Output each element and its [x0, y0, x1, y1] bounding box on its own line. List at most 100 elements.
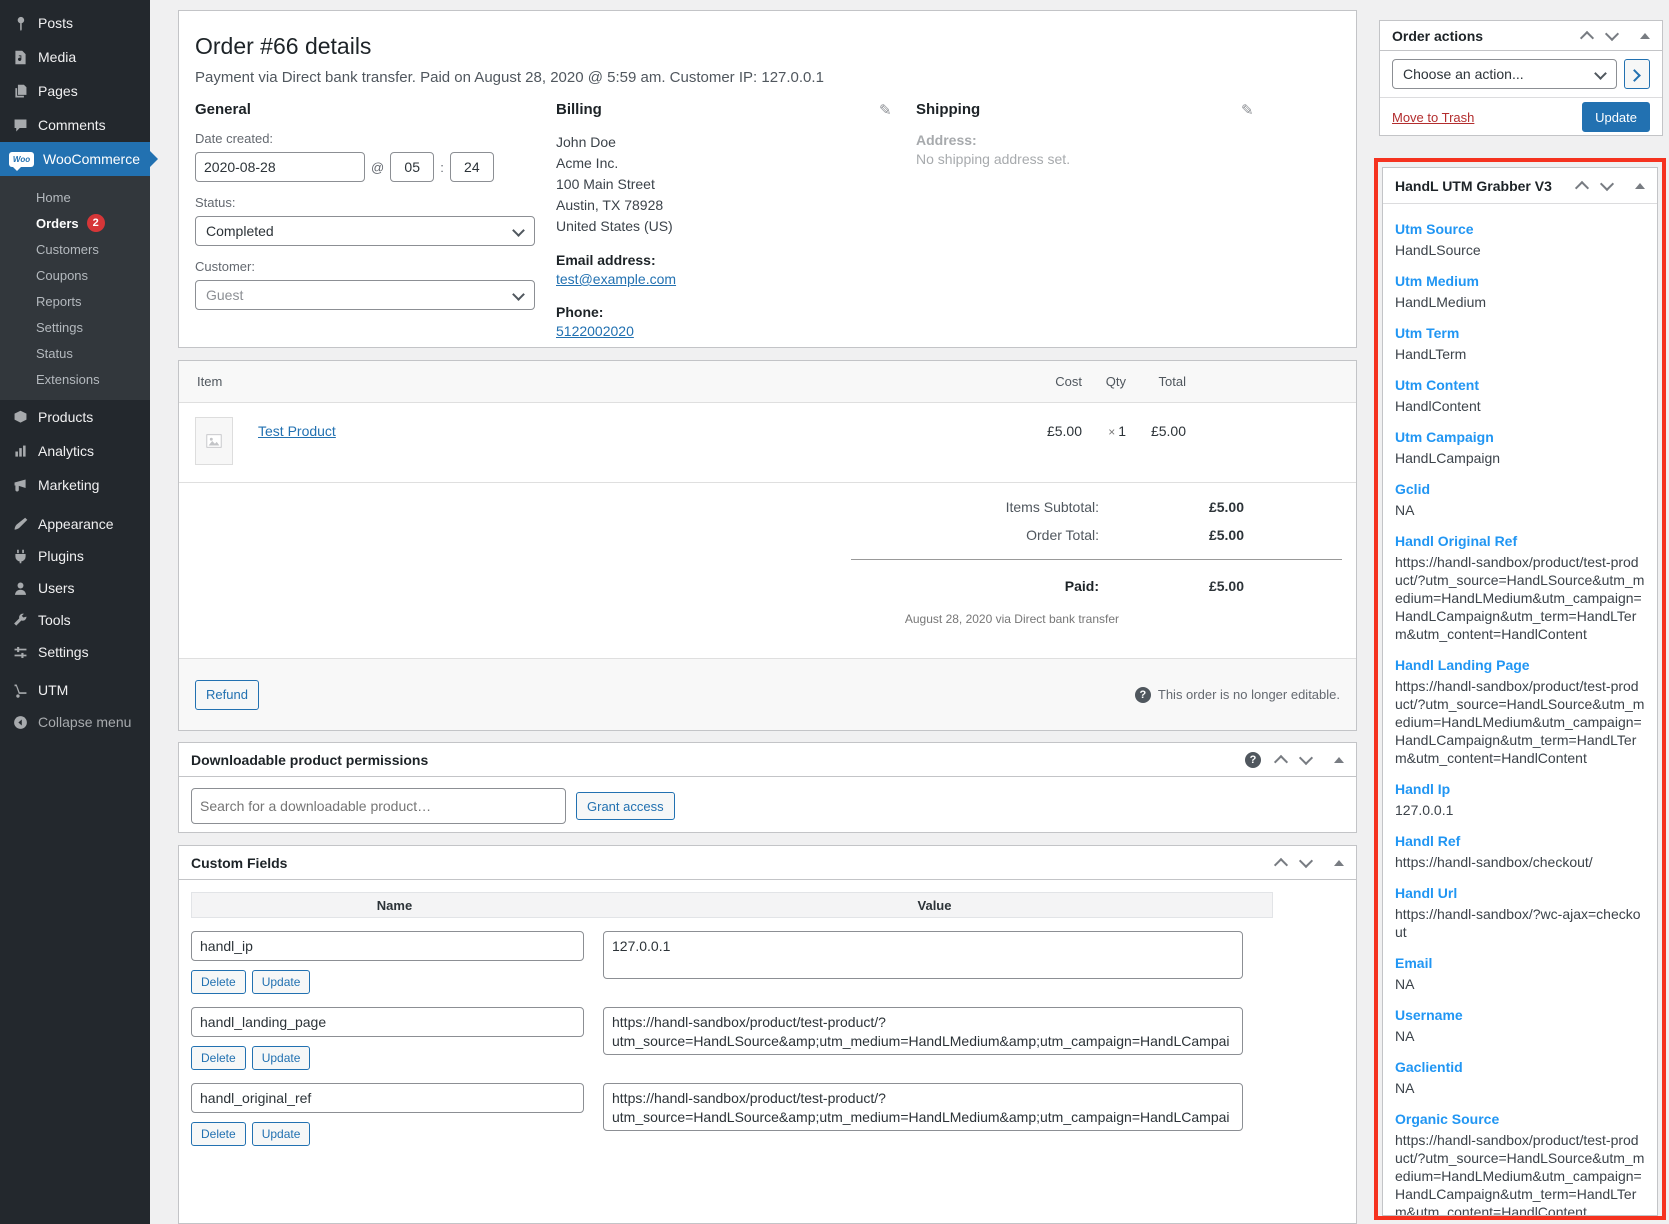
- order-actions-body: Choose an action...: [1380, 51, 1662, 97]
- submenu-item-coupons[interactable]: Coupons: [0, 262, 150, 288]
- utm-field-utm-campaign: Utm Campaign HandLCampaign: [1395, 428, 1645, 467]
- custom-field-name-cell: Delete Update: [191, 931, 603, 994]
- utm-field-handl-ip: Handl Ip 127.0.0.1: [1395, 780, 1645, 819]
- minute-input[interactable]: [450, 152, 494, 182]
- utm-field-label: Email: [1395, 954, 1645, 972]
- handl-utm-grabber-panel: HandL UTM Grabber V3 Utm Source HandLSou…: [1382, 167, 1658, 1216]
- sidebar-item-settings[interactable]: Settings: [0, 636, 150, 668]
- date-created-row: @ :: [195, 152, 537, 182]
- refund-button[interactable]: Refund: [195, 680, 259, 710]
- edit-shipping-pencil-icon[interactable]: ✎: [1241, 101, 1254, 119]
- submenu-item-orders[interactable]: Orders 2: [0, 210, 150, 236]
- column-header-qty: Qty: [1082, 374, 1126, 389]
- custom-field-name-input[interactable]: [191, 1083, 584, 1113]
- submenu-item-status[interactable]: Status: [0, 340, 150, 366]
- submenu-item-reports[interactable]: Reports: [0, 288, 150, 314]
- customer-select[interactable]: Guest: [195, 280, 535, 310]
- downloadable-product-search-input[interactable]: [191, 788, 566, 824]
- paid-row: Paid: £5.00: [851, 572, 1342, 600]
- order-total-label: Order Total:: [1026, 527, 1099, 543]
- billing-address-line: Austin, TX 78928: [556, 195, 886, 216]
- plug-icon: [12, 548, 29, 565]
- apply-action-button[interactable]: [1624, 59, 1650, 89]
- submenu-item-extensions[interactable]: Extensions: [0, 366, 150, 392]
- update-button[interactable]: Update: [252, 970, 311, 994]
- order-action-select[interactable]: Choose an action...: [1392, 59, 1617, 89]
- items-subtotal-label: Items Subtotal:: [1006, 499, 1099, 515]
- submenu-item-customers[interactable]: Customers: [0, 236, 150, 262]
- submenu-item-label: Status: [36, 346, 73, 361]
- move-up-icon[interactable]: [1274, 755, 1288, 769]
- move-up-icon[interactable]: [1575, 181, 1589, 195]
- move-down-icon[interactable]: [1605, 27, 1619, 41]
- utm-field-label: Gclid: [1395, 480, 1645, 498]
- sidebar-item-plugins[interactable]: Plugins: [0, 540, 150, 572]
- custom-field-name-input[interactable]: [191, 931, 584, 961]
- sidebar-item-woocommerce[interactable]: Woo WooCommerce: [0, 142, 150, 176]
- move-down-icon[interactable]: [1600, 177, 1614, 191]
- collapse-toggle-icon[interactable]: [1635, 183, 1645, 189]
- billing-email-link[interactable]: test@example.com: [556, 271, 676, 287]
- sidebar-item-label: Media: [38, 49, 76, 65]
- edit-billing-pencil-icon[interactable]: ✎: [879, 101, 892, 119]
- product-link[interactable]: Test Product: [258, 423, 336, 439]
- column-header-item: Item: [197, 374, 222, 389]
- custom-field-value-textarea[interactable]: [603, 1083, 1243, 1131]
- order-status-select[interactable]: Completed: [195, 216, 535, 246]
- sidebar-item-tools[interactable]: Tools: [0, 604, 150, 636]
- update-button[interactable]: Update: [252, 1046, 311, 1070]
- product-thumbnail[interactable]: [195, 417, 233, 465]
- action-selected-value: Choose an action...: [1403, 66, 1524, 82]
- date-created-input[interactable]: [195, 152, 365, 182]
- submenu-item-label: Orders: [36, 216, 79, 231]
- delete-button[interactable]: Delete: [191, 1122, 246, 1146]
- update-order-button[interactable]: Update: [1582, 102, 1650, 132]
- submenu-item-home[interactable]: Home: [0, 184, 150, 210]
- sidebar-item-analytics[interactable]: Analytics: [0, 434, 150, 468]
- utm-field-value: https://handl-sandbox/checkout/: [1395, 853, 1645, 871]
- update-button[interactable]: Update: [252, 1122, 311, 1146]
- sidebar-item-collapse-menu[interactable]: Collapse menu: [0, 706, 150, 738]
- move-down-icon[interactable]: [1299, 751, 1313, 765]
- not-editable-notice: ? This order is no longer editable.: [1135, 687, 1340, 703]
- utm-field-value: https://handl-sandbox/product/test-produ…: [1395, 553, 1645, 643]
- delete-button[interactable]: Delete: [191, 970, 246, 994]
- move-up-icon[interactable]: [1274, 858, 1288, 872]
- panel-header-controls: [1276, 855, 1344, 870]
- sidebar-item-comments[interactable]: Comments: [0, 108, 150, 142]
- custom-field-value-textarea[interactable]: [603, 931, 1243, 979]
- help-icon[interactable]: ?: [1245, 752, 1261, 768]
- move-to-trash-link[interactable]: Move to Trash: [1392, 110, 1474, 125]
- grant-access-button[interactable]: Grant access: [576, 792, 675, 820]
- collapse-toggle-icon[interactable]: [1640, 33, 1650, 39]
- collapse-toggle-icon[interactable]: [1334, 860, 1344, 866]
- custom-field-name-input[interactable]: [191, 1007, 584, 1037]
- sidebar-item-utm[interactable]: UTM: [0, 674, 150, 706]
- items-subtotal-value: £5.00: [1099, 499, 1244, 515]
- sidebar-item-media[interactable]: Media: [0, 40, 150, 74]
- move-up-icon[interactable]: [1580, 31, 1594, 45]
- custom-field-row: Delete Update: [191, 1007, 1273, 1070]
- paid-value: £5.00: [1099, 578, 1244, 594]
- utm-field-handl-url: Handl Url https://handl-sandbox/?wc-ajax…: [1395, 884, 1645, 941]
- hour-input[interactable]: [390, 152, 434, 182]
- move-down-icon[interactable]: [1299, 854, 1313, 868]
- totals-separator: [851, 559, 1342, 560]
- custom-field-row: Delete Update: [191, 1083, 1273, 1146]
- sidebar-item-users[interactable]: Users: [0, 572, 150, 604]
- sidebar-item-posts[interactable]: Posts: [0, 6, 150, 40]
- chevron-down-icon: [512, 224, 525, 237]
- sidebar-item-marketing[interactable]: Marketing: [0, 468, 150, 502]
- sidebar-item-label: Tools: [38, 612, 71, 628]
- custom-field-row: Delete Update: [191, 931, 1273, 994]
- custom-fields-table: Name Value Delete Update Delete: [191, 892, 1273, 1146]
- delete-button[interactable]: Delete: [191, 1046, 246, 1070]
- billing-phone-link[interactable]: 5122002020: [556, 323, 634, 339]
- sidebar-item-appearance[interactable]: Appearance: [0, 508, 150, 540]
- custom-field-value-textarea[interactable]: [603, 1007, 1243, 1055]
- submenu-item-settings[interactable]: Settings: [0, 314, 150, 340]
- sidebar-item-pages[interactable]: Pages: [0, 74, 150, 108]
- collapse-toggle-icon[interactable]: [1334, 757, 1344, 763]
- help-icon[interactable]: ?: [1135, 687, 1151, 703]
- sidebar-item-products[interactable]: Products: [0, 400, 150, 434]
